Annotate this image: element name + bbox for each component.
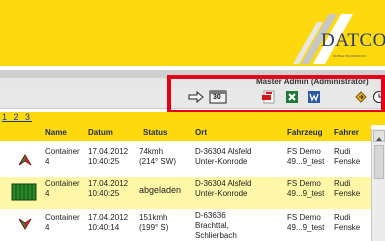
column-header-location[interactable]: Ort xyxy=(195,128,207,137)
cell-vehicle: FS Demo 49...9_test xyxy=(287,147,325,166)
cell-name: Container 4 xyxy=(45,179,80,198)
scroll-up-button[interactable] xyxy=(373,130,385,142)
column-header-status[interactable]: Status xyxy=(143,128,167,137)
column-header-vehicle[interactable]: Fahrzeug xyxy=(287,128,323,137)
toolbar-highlight-frame xyxy=(167,75,385,114)
container-icon xyxy=(11,182,37,207)
cell-date: 17.04.2012 10:40:25 xyxy=(88,147,129,166)
scroll-thumb[interactable] xyxy=(374,145,384,179)
table-header: Name Datum Status Ort Fahrzeug Fahrer xyxy=(0,125,371,141)
cell-status: 74kmh (214° SW) xyxy=(139,147,176,166)
cell-driver: Rudi Fenske xyxy=(334,147,361,166)
cell-status: abgeladen xyxy=(139,185,182,195)
datcom-logo: DATCOM MOBILE INFORMATION xyxy=(293,14,385,67)
table-row-highlighted[interactable]: Container 4 17.04.2012 10:40:25 abgelade… xyxy=(0,177,371,209)
cell-vehicle: FS Demo 49...9_test xyxy=(287,213,325,232)
column-header-name[interactable]: Name xyxy=(45,128,67,137)
pager: 1 2 3 xyxy=(0,112,385,125)
cell-vehicle: FS Demo 49...9_test xyxy=(287,179,325,198)
column-header-date[interactable]: Datum xyxy=(88,128,113,137)
cell-date: 17.04.2012 10:40:14 xyxy=(88,213,129,232)
cell-location: D-63636 Brachttal, Schlierbach xyxy=(195,211,237,240)
vehicle-heading-icon xyxy=(18,217,32,236)
cell-name: Container 4 xyxy=(45,147,80,166)
cell-driver: Rudi Fenske xyxy=(334,213,361,232)
cell-location: D-36304 Alsfeld Unter-Konrode xyxy=(195,147,252,166)
logo-text: DATCOM xyxy=(321,30,385,51)
cell-driver: Rudi Fenske xyxy=(334,179,361,198)
cell-status: 151kmh (199° S) xyxy=(139,213,169,232)
table-row[interactable]: Container 4 17.04.2012 10:40:25 74kmh (2… xyxy=(0,145,371,175)
page-links[interactable]: 1 2 3 xyxy=(2,112,32,122)
column-header-driver[interactable]: Fahrer xyxy=(334,128,359,137)
logo-tagline: MOBILE INFORMATION xyxy=(333,54,366,58)
cell-date: 17.04.2012 10:40:25 xyxy=(88,179,129,198)
vehicle-heading-icon xyxy=(18,153,32,172)
cell-name: Container 4 xyxy=(45,213,80,232)
vertical-scrollbar[interactable] xyxy=(371,129,385,241)
table-row[interactable]: Container 4 17.04.2012 10:40:14 151kmh (… xyxy=(0,211,371,241)
cell-location: D-36304 Alsfeld Unter-Konrode xyxy=(195,179,252,198)
